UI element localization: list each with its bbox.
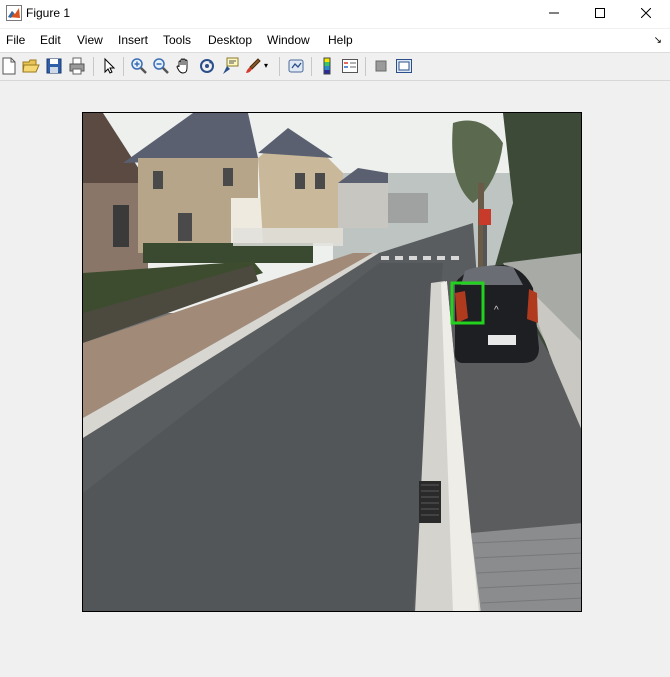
matlab-logo-icon (6, 5, 22, 21)
zoom-in-icon (130, 57, 148, 75)
open-file-icon (22, 57, 40, 75)
minimize-icon (549, 5, 559, 23)
save-figure-button[interactable] (45, 57, 63, 75)
zoom-in-button[interactable] (130, 57, 148, 75)
toolbar-separator (123, 57, 124, 76)
menu-window[interactable]: Window (267, 33, 310, 47)
rotate-3d-icon (198, 57, 216, 75)
link-plot-button[interactable] (287, 57, 305, 75)
show-plot-tools-icon (395, 57, 413, 75)
menu-help[interactable]: Help (328, 33, 353, 47)
pan-icon (175, 57, 193, 75)
data-cursor-icon (221, 57, 239, 75)
data-cursor-button[interactable] (221, 57, 239, 75)
maximize-button[interactable] (577, 0, 623, 28)
svg-text:^: ^ (494, 305, 499, 316)
new-figure-icon (0, 57, 18, 75)
maximize-icon (595, 5, 605, 23)
menu-edit[interactable]: Edit (40, 33, 61, 47)
edit-plot-button[interactable] (100, 57, 118, 75)
hide-plot-tools-icon (372, 57, 390, 75)
title-bar: Figure 1 (0, 0, 670, 28)
link-plot-icon (287, 57, 305, 75)
toolbar-separator (279, 57, 280, 76)
window-title: Figure 1 (26, 6, 71, 20)
zoom-out-icon (152, 57, 170, 75)
menu-view[interactable]: View (77, 33, 103, 47)
dock-figure-icon[interactable]: ↘ (654, 35, 662, 46)
menu-insert[interactable]: Insert (118, 33, 148, 47)
save-figure-icon (45, 57, 63, 75)
menu-tools[interactable]: Tools (163, 33, 191, 47)
toolbar-separator (311, 57, 312, 76)
new-figure-button[interactable] (0, 57, 18, 75)
brush-button[interactable] (244, 57, 262, 75)
toolbar-separator (365, 57, 366, 76)
open-file-button[interactable] (22, 57, 40, 75)
rotate-3d-button[interactable] (198, 57, 216, 75)
insert-legend-button[interactable] (341, 57, 359, 75)
hide-plot-tools-button[interactable] (372, 57, 390, 75)
insert-colorbar-button[interactable] (318, 57, 336, 75)
figure-toolbar: ▾ (0, 53, 670, 81)
close-button[interactable] (623, 0, 669, 28)
menu-file[interactable]: File (6, 33, 25, 47)
print-figure-icon (68, 57, 86, 75)
insert-colorbar-icon (318, 57, 336, 75)
brush-icon (244, 57, 262, 75)
zoom-out-button[interactable] (152, 57, 170, 75)
figure-axes[interactable]: ^ (82, 112, 582, 612)
street-scene-image: ^ (83, 113, 581, 611)
close-icon (640, 5, 652, 23)
menu-bar: File Edit View Insert Tools Desktop Wind… (0, 29, 670, 53)
edit-plot-icon (100, 57, 118, 75)
show-plot-tools-button[interactable] (395, 57, 413, 75)
menu-desktop[interactable]: Desktop (208, 33, 252, 47)
pan-button[interactable] (175, 57, 193, 75)
minimize-button[interactable] (531, 0, 577, 28)
brush-dropdown-icon[interactable]: ▾ (264, 61, 268, 70)
print-figure-button[interactable] (68, 57, 86, 75)
toolbar-separator (93, 57, 94, 76)
insert-legend-icon (341, 57, 359, 75)
